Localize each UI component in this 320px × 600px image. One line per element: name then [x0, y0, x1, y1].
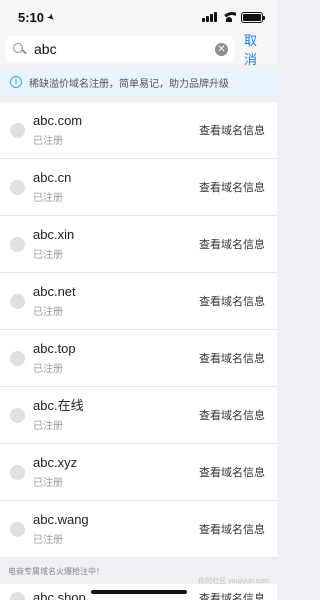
clear-icon[interactable]: ✕	[215, 42, 228, 56]
domain-info: abc.com 已注册	[33, 113, 199, 147]
domain-info: abc.net 已注册	[33, 284, 199, 318]
notice-text: 稀缺溢价域名注册，简单易记，助力品牌升级	[29, 78, 229, 90]
wifi-icon	[222, 12, 236, 22]
domain-status: 已注册	[33, 307, 63, 318]
domain-info: abc.wang 已注册	[33, 512, 199, 546]
domain-row[interactable]: abc.com 已注册 查看域名信息	[0, 102, 277, 159]
domain-row[interactable]: abc.top 已注册 查看域名信息	[0, 330, 277, 387]
domain-status: 已注册	[33, 136, 63, 147]
radio-button[interactable]	[10, 350, 25, 366]
radio-button[interactable]	[10, 464, 25, 480]
watermark: 你的社区 youjiyun.com	[198, 578, 269, 585]
domain-name: abc.xyz	[33, 455, 78, 470]
status-bar: 5:10 ➤	[0, 0, 277, 34]
view-domain-info-link[interactable]: 查看域名信息	[199, 122, 265, 138]
radio-button[interactable]	[10, 236, 25, 252]
domain-status: 已注册	[33, 478, 63, 489]
radio-button[interactable]	[10, 592, 25, 600]
domain-row[interactable]: abc.cn 已注册 查看域名信息	[0, 159, 277, 216]
domain-name: abc.xin	[33, 227, 75, 242]
view-domain-info-link[interactable]: 查看域名信息	[199, 590, 265, 600]
radio-button[interactable]	[10, 179, 25, 195]
search-icon	[12, 42, 26, 56]
view-domain-info-link[interactable]: 查看域名信息	[199, 350, 265, 366]
location-arrow-icon: ➤	[44, 10, 58, 23]
status-icons	[202, 11, 265, 23]
domain-name: abc.cn	[33, 170, 72, 185]
radio-button[interactable]	[10, 293, 25, 309]
domain-name: abc.在线	[33, 398, 84, 413]
view-domain-info-link[interactable]: 查看域名信息	[199, 236, 265, 252]
domain-status: 已注册	[33, 193, 63, 204]
search-box[interactable]: ✕	[6, 36, 234, 62]
cancel-button[interactable]: 取消	[244, 30, 269, 68]
info-icon: i	[10, 76, 22, 88]
cellular-signal-icon	[202, 12, 217, 22]
view-domain-info-link[interactable]: 查看域名信息	[199, 293, 265, 309]
domain-name: abc.com	[33, 113, 83, 128]
search-input[interactable]	[34, 41, 215, 57]
domain-name: abc.wang	[33, 512, 89, 527]
domain-row[interactable]: abc.在线 已注册 查看域名信息	[0, 387, 277, 444]
domain-row[interactable]: abc.net 已注册 查看域名信息	[0, 273, 277, 330]
domain-name: abc.net	[33, 284, 76, 299]
domain-row[interactable]: abc.xyz 已注册 查看域名信息	[0, 444, 277, 501]
view-domain-info-link[interactable]: 查看域名信息	[199, 407, 265, 423]
view-domain-info-link[interactable]: 查看域名信息	[199, 521, 265, 537]
status-time: 5:10 ➤	[18, 9, 58, 25]
domain-status: 已注册	[33, 535, 63, 546]
battery-icon	[241, 11, 265, 23]
domain-info: abc.cn 已注册	[33, 170, 199, 204]
domain-info: abc.xin 已注册	[33, 227, 199, 261]
domain-status: 已注册	[33, 421, 63, 432]
domain-info: abc.在线 已注册	[33, 398, 199, 432]
domain-row[interactable]: abc.wang 已注册 查看域名信息	[0, 501, 277, 558]
view-domain-info-link[interactable]: 查看域名信息	[199, 179, 265, 195]
domain-info: abc.xyz 已注册	[33, 455, 199, 489]
domain-status: 已注册	[33, 364, 63, 375]
time-text: 5:10	[18, 9, 45, 25]
view-domain-info-link[interactable]: 查看域名信息	[199, 464, 265, 480]
search-bar: ✕ 取消	[0, 33, 277, 67]
radio-button[interactable]	[10, 521, 25, 537]
domain-info: abc.top 已注册	[33, 341, 199, 375]
radio-button[interactable]	[10, 407, 25, 423]
domain-row[interactable]: abc.xin 已注册 查看域名信息	[0, 216, 277, 273]
radio-button[interactable]	[10, 122, 25, 138]
domain-name: abc.top	[33, 341, 76, 356]
domain-status: 已注册	[33, 250, 63, 261]
home-indicator[interactable]	[90, 590, 187, 594]
domain-list: abc.com 已注册 查看域名信息 abc.cn 已注册 查看域名信息 abc…	[0, 102, 277, 558]
notice-banner: i 稀缺溢价域名注册，简单易记，助力品牌升级	[0, 68, 277, 96]
